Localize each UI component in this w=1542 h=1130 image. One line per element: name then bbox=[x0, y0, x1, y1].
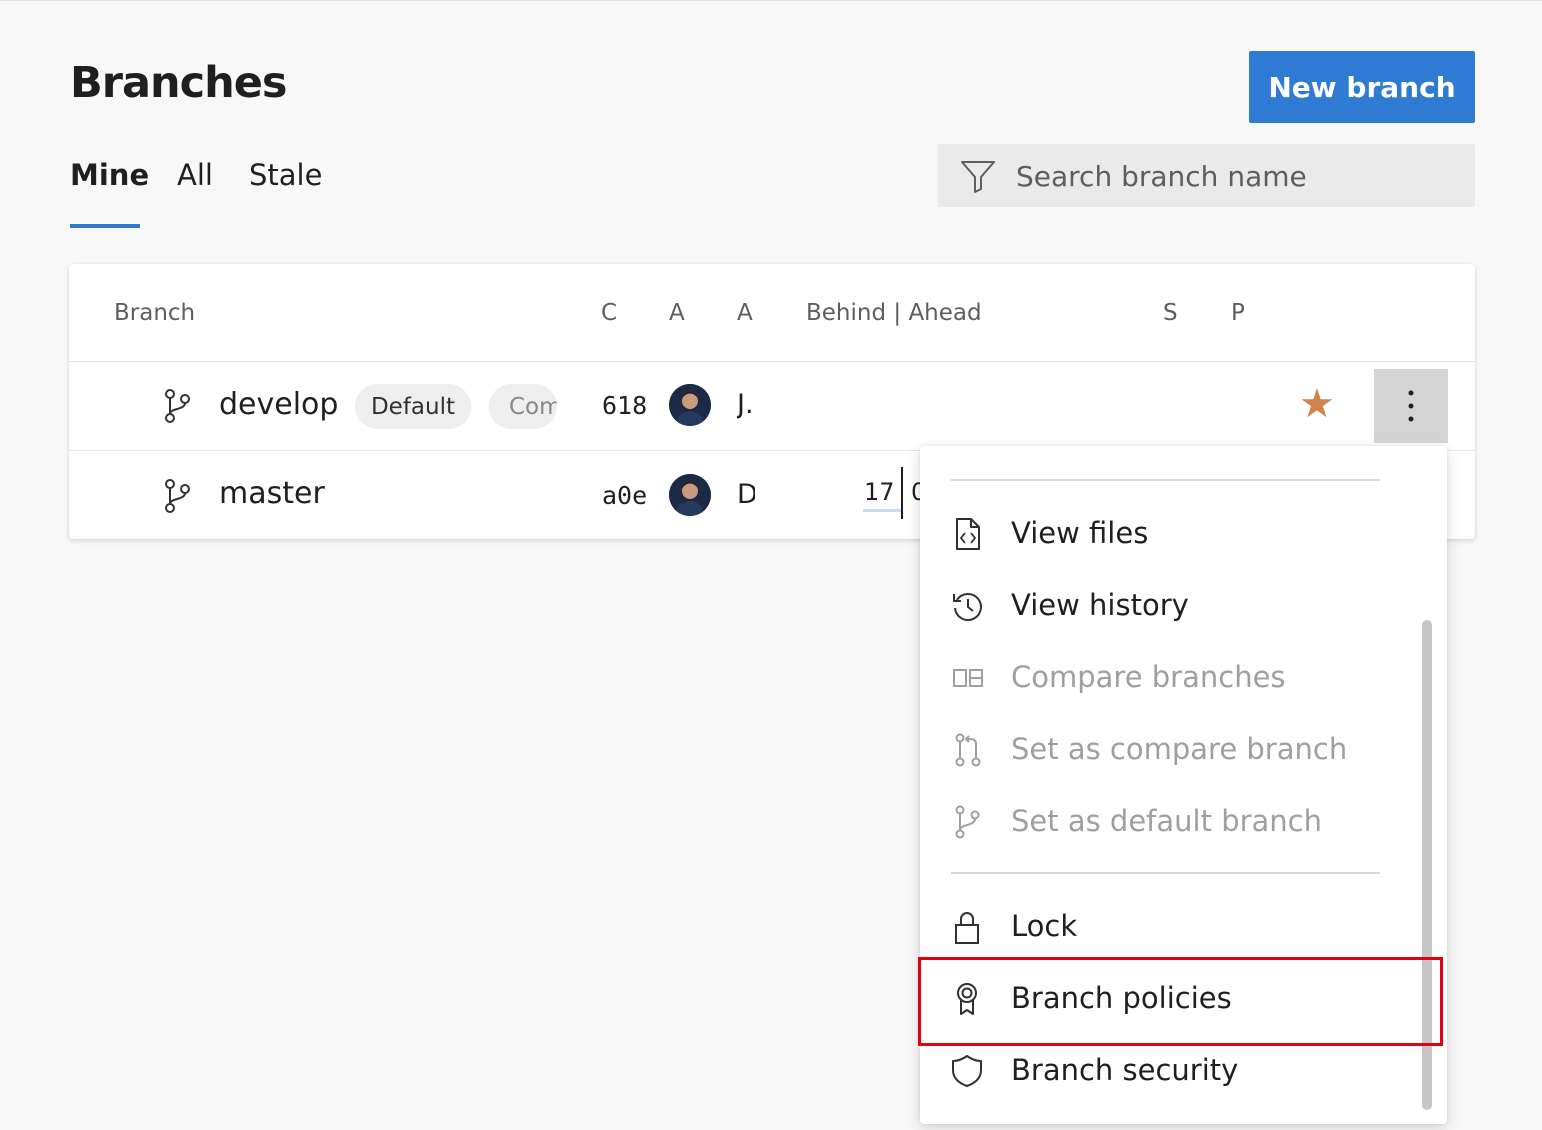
search-input[interactable] bbox=[1014, 152, 1458, 200]
author-name: J. bbox=[737, 389, 754, 420]
table-row[interactable]: develop Default Com 618 J. ★ bbox=[69, 362, 1475, 451]
avatar bbox=[669, 474, 711, 516]
branch-icon bbox=[165, 389, 190, 423]
branch-name-link[interactable]: develop bbox=[219, 387, 338, 422]
menu-item-label: View history bbox=[1011, 588, 1189, 622]
file-code-icon bbox=[956, 518, 980, 550]
behind-ahead-divider bbox=[901, 467, 903, 519]
badge-icon bbox=[957, 983, 977, 1015]
menu-item-label: Lock bbox=[1011, 909, 1078, 943]
menu-item-label: Branch policies bbox=[1011, 981, 1232, 1015]
menu-item-compare-branches[interactable]: Compare branches bbox=[920, 648, 1420, 708]
top-border bbox=[0, 0, 1542, 1]
column-header-pull-request[interactable]: P bbox=[1231, 300, 1245, 326]
menu-separator bbox=[951, 872, 1380, 874]
menu-item-set-compare-branch[interactable]: Set as compare branch bbox=[920, 720, 1420, 780]
menu-item-label: Branch security bbox=[1011, 1053, 1239, 1087]
tab-selected-indicator bbox=[70, 224, 140, 228]
commit-id-link[interactable]: a0e bbox=[602, 481, 646, 510]
author-name: D bbox=[737, 479, 755, 510]
compare-icon bbox=[953, 669, 983, 687]
menu-item-label: Set as default branch bbox=[1011, 804, 1322, 838]
default-badge: Default bbox=[355, 384, 471, 429]
column-header-behind-ahead[interactable]: Behind | Ahead bbox=[806, 300, 982, 326]
history-icon bbox=[953, 593, 982, 621]
filter-icon bbox=[961, 161, 995, 193]
column-header-commit[interactable]: C bbox=[601, 300, 617, 326]
branch-icon bbox=[955, 805, 980, 839]
behind-count[interactable]: 17 bbox=[864, 478, 895, 506]
lock-icon bbox=[955, 912, 979, 944]
pull-request-icon bbox=[955, 733, 981, 767]
menu-item-lock[interactable]: Lock bbox=[920, 897, 1420, 957]
behind-bar bbox=[863, 509, 901, 512]
menu-item-label: Set as compare branch bbox=[1011, 732, 1348, 766]
shield-icon bbox=[952, 1055, 982, 1087]
page-title: Branches bbox=[70, 58, 287, 108]
branch-name-link[interactable]: master bbox=[219, 476, 325, 511]
menu-item-view-files[interactable]: View files bbox=[920, 504, 1420, 564]
tab-all[interactable]: All bbox=[177, 158, 213, 192]
more-actions-button[interactable] bbox=[1374, 369, 1448, 443]
column-header-status[interactable]: S bbox=[1163, 300, 1178, 326]
favorite-star-icon[interactable]: ★ bbox=[1299, 384, 1335, 424]
menu-item-label: Compare branches bbox=[1011, 660, 1286, 694]
new-branch-button[interactable]: New branch bbox=[1249, 51, 1475, 123]
compare-badge: Com bbox=[489, 384, 557, 429]
branch-icon bbox=[165, 479, 190, 513]
more-vertical-icon bbox=[1408, 390, 1414, 422]
branch-context-menu: View files View history Compare branches… bbox=[920, 446, 1447, 1124]
menu-separator bbox=[951, 479, 1380, 481]
tab-stale[interactable]: Stale bbox=[249, 158, 322, 192]
avatar bbox=[669, 384, 711, 426]
menu-item-set-default-branch[interactable]: Set as default branch bbox=[920, 792, 1420, 852]
commit-id-link[interactable]: 618 bbox=[602, 391, 646, 420]
menu-item-view-history[interactable]: View history bbox=[920, 576, 1420, 636]
menu-item-branch-security[interactable]: Branch security bbox=[920, 1041, 1420, 1101]
column-header-author-date[interactable]: A bbox=[737, 300, 753, 326]
menu-item-branch-policies[interactable]: Branch policies bbox=[920, 969, 1420, 1029]
table-header: Branch C A A Behind | Ahead S P bbox=[69, 264, 1475, 362]
tab-mine[interactable]: Mine bbox=[70, 158, 149, 192]
column-header-author[interactable]: A bbox=[669, 300, 685, 326]
search-box bbox=[938, 144, 1475, 207]
menu-item-label: View files bbox=[1011, 516, 1149, 550]
menu-scrollbar[interactable] bbox=[1422, 620, 1432, 1110]
column-header-branch[interactable]: Branch bbox=[114, 300, 195, 326]
